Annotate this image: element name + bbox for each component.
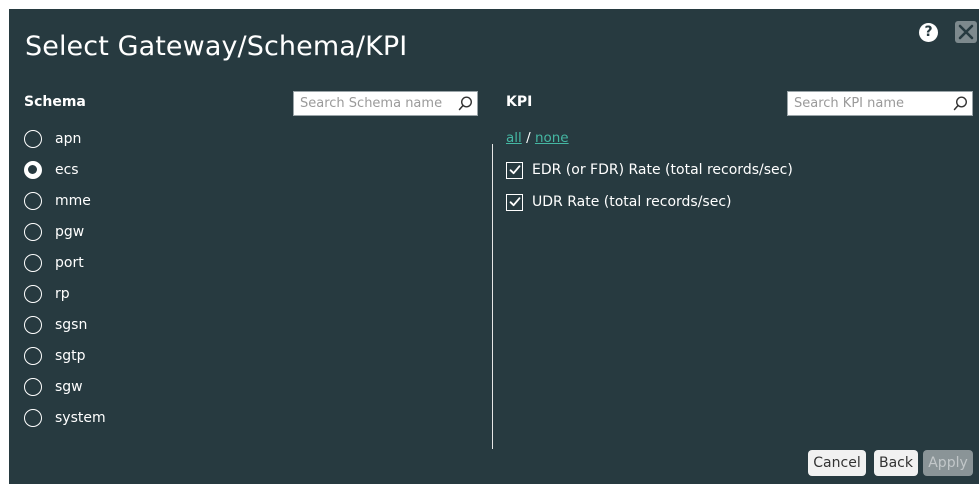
schema-option-rp[interactable]: rp [24, 283, 70, 305]
search-icon[interactable] [952, 95, 969, 112]
checkmark-icon [509, 165, 520, 175]
radio-button[interactable] [24, 130, 42, 148]
radio-button[interactable] [24, 192, 42, 210]
schema-option-apn[interactable]: apn [24, 128, 81, 150]
schema-option-system[interactable]: system [24, 407, 106, 429]
checkmark-icon [509, 197, 520, 207]
kpi-item-label: UDR Rate (total records/sec) [532, 194, 732, 210]
schema-option-sgsn[interactable]: sgsn [24, 314, 87, 336]
schema-option-sgtp[interactable]: sgtp [24, 345, 86, 367]
kpi-search-box [787, 91, 973, 116]
apply-button[interactable]: Apply [923, 450, 973, 476]
schema-option-label: rp [55, 286, 70, 302]
radio-button[interactable] [24, 161, 42, 179]
schema-option-sgw[interactable]: sgw [24, 376, 83, 398]
schema-option-label: mme [55, 193, 91, 209]
select-links: all / none [506, 130, 569, 146]
schema-option-label: system [55, 410, 106, 426]
schema-option-label: ecs [55, 162, 79, 178]
column-divider [492, 144, 493, 449]
radio-button[interactable] [24, 285, 42, 303]
schema-label: Schema [24, 94, 86, 110]
select-all-link[interactable]: all [506, 130, 522, 146]
select-none-link[interactable]: none [535, 130, 569, 146]
radio-button[interactable] [24, 254, 42, 272]
radio-button[interactable] [24, 409, 42, 427]
schema-option-port[interactable]: port [24, 252, 84, 274]
link-separator: / [526, 130, 531, 146]
schema-option-label: apn [55, 131, 82, 147]
schema-option-pgw[interactable]: pgw [24, 221, 84, 243]
select-gateway-dialog: Select Gateway/Schema/KPI ? Schema apn ec… [9, 9, 979, 484]
kpi-item[interactable]: UDR Rate (total records/sec) [506, 191, 731, 213]
schema-option-label: sgtp [55, 348, 86, 364]
kpi-item-label: EDR (or FDR) Rate (total records/sec) [532, 162, 793, 178]
back-button[interactable]: Back [874, 450, 918, 476]
kpi-label: KPI [506, 94, 533, 110]
help-icon[interactable]: ? [919, 23, 938, 42]
schema-option-label: sgw [55, 379, 83, 395]
cancel-button[interactable]: Cancel [808, 450, 866, 476]
schema-search-input[interactable] [294, 92, 454, 115]
schema-option-mme[interactable]: mme [24, 190, 91, 212]
schema-option-label: sgsn [55, 317, 88, 333]
close-icon[interactable] [955, 21, 977, 43]
radio-button[interactable] [24, 223, 42, 241]
schema-search-box [293, 91, 478, 116]
schema-option-label: pgw [55, 224, 85, 240]
radio-button[interactable] [24, 316, 42, 334]
checkbox[interactable] [506, 161, 523, 179]
kpi-search-input[interactable] [788, 92, 948, 115]
schema-option-label: port [55, 255, 84, 271]
schema-option-ecs[interactable]: ecs [24, 159, 79, 181]
dialog-title: Select Gateway/Schema/KPI [25, 31, 408, 62]
checkbox[interactable] [506, 193, 523, 211]
search-icon[interactable] [457, 95, 474, 112]
radio-button[interactable] [24, 378, 42, 396]
kpi-item[interactable]: EDR (or FDR) Rate (total records/sec) [506, 159, 793, 181]
radio-button[interactable] [24, 347, 42, 365]
